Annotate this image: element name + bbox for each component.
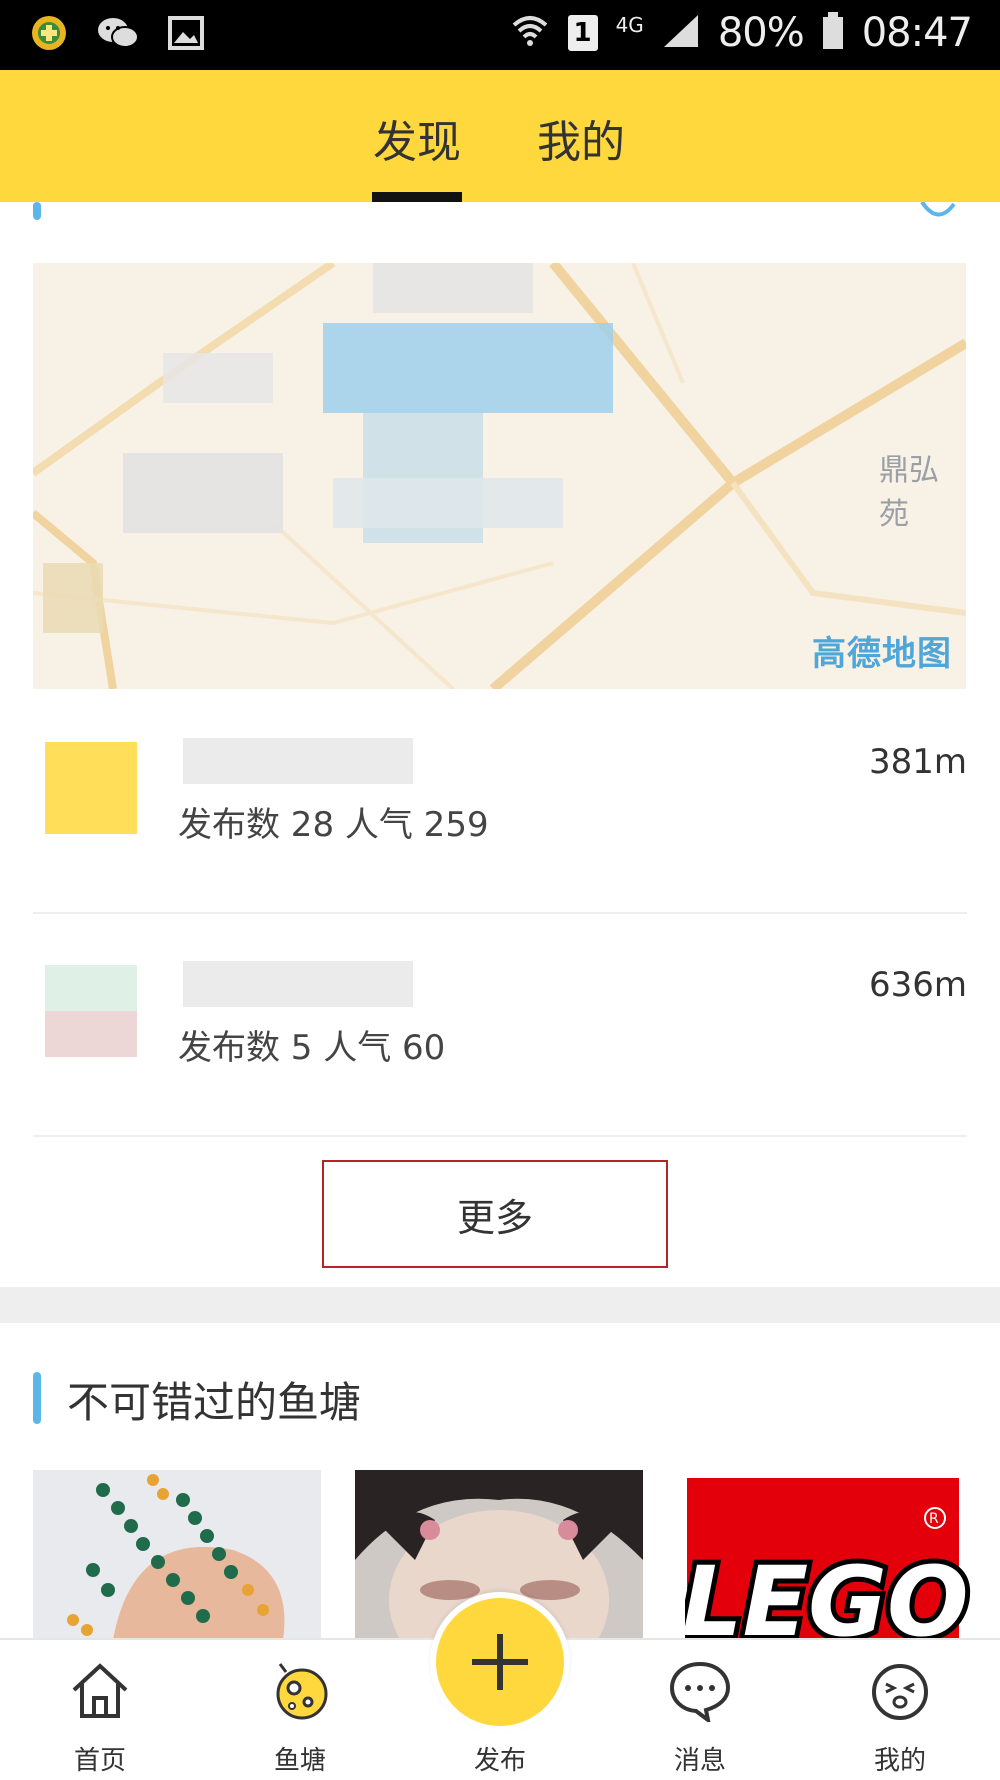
battery-percent: 80%	[717, 10, 805, 56]
gallery-beads-image[interactable]	[33, 1470, 321, 1640]
nav-item-pond[interactable]: 鱼塘	[240, 1640, 360, 1780]
map-blurred-area	[163, 353, 273, 403]
tab-discover[interactable]: 发现	[373, 106, 461, 170]
pond-icon	[276, 1663, 328, 1720]
map-blurred-area	[373, 263, 533, 313]
pond-name-obscured	[183, 738, 413, 784]
top-header: 发现 我的	[0, 70, 1000, 202]
tab-active-indicator	[372, 192, 462, 202]
nearby-map[interactable]: 鼎弘苑 高德地图	[33, 263, 966, 689]
lego-image: R LEGO	[685, 1478, 973, 1640]
wechat-icon	[96, 14, 140, 56]
section-accent-bar	[33, 202, 41, 220]
gallery-icon	[168, 15, 204, 55]
nav-item-profile[interactable]: 我的	[840, 1640, 960, 1780]
map-blurred-area	[123, 453, 283, 533]
message-icon	[669, 1661, 731, 1722]
pond-stats: 发布数 5 人气 60	[178, 1028, 446, 1068]
pond-stats: 发布数 28 人气 259	[178, 805, 489, 845]
section-title: 不可错过的鱼塘	[67, 1378, 362, 1427]
nav-label: 发布	[473, 1746, 526, 1776]
pond-thumbnail	[45, 742, 137, 834]
network-type: 4G	[615, 13, 644, 37]
publish-button[interactable]	[430, 1592, 570, 1732]
section-accent-bar	[33, 1372, 41, 1424]
nav-label: 鱼塘	[273, 1746, 326, 1776]
profile-icon	[872, 1664, 928, 1720]
pond-distance: 636m	[868, 965, 967, 1005]
status-bar: 1 4G 80% 08:47	[0, 0, 1000, 70]
nav-item-home[interactable]: 首页	[40, 1640, 160, 1780]
clock: 08:47	[861, 10, 973, 56]
nav-label: 消息	[673, 1746, 726, 1776]
plus-icon	[472, 1634, 528, 1690]
app-icon	[30, 14, 68, 56]
home-icon	[72, 1663, 128, 1718]
tab-mine[interactable]: 我的	[537, 106, 625, 170]
beads-image	[33, 1470, 321, 1640]
map-blurred-area	[43, 563, 103, 633]
section-divider	[0, 1287, 1000, 1323]
more-button[interactable]: 更多	[322, 1160, 668, 1268]
map-blurred-area	[323, 323, 613, 413]
pond-list-item[interactable]: 发布数 5 人气 60 636m	[33, 913, 967, 1137]
wifi-icon	[510, 11, 550, 55]
lego-logo-text: LEGO	[685, 1546, 969, 1640]
gallery-lego-image[interactable]: R LEGO	[685, 1470, 973, 1640]
map-attribution: 高德地图	[812, 634, 952, 674]
battery-icon	[822, 12, 844, 54]
nav-item-messages[interactable]: 消息	[640, 1640, 760, 1780]
svg-text:R: R	[929, 1511, 939, 1527]
pond-list-item[interactable]: 发布数 28 人气 259 381m	[33, 690, 967, 914]
pond-name-obscured	[183, 961, 413, 1007]
pond-distance: 381m	[868, 742, 967, 782]
map-label: 鼎弘苑	[879, 453, 939, 532]
sim-icon: 1	[567, 15, 598, 51]
signal-icon	[662, 13, 700, 53]
nav-label: 首页	[73, 1746, 126, 1776]
refresh-icon[interactable]	[918, 200, 958, 222]
map-blurred-area	[333, 478, 563, 528]
pond-thumbnail	[45, 965, 137, 1057]
nav-label: 我的	[873, 1746, 926, 1776]
